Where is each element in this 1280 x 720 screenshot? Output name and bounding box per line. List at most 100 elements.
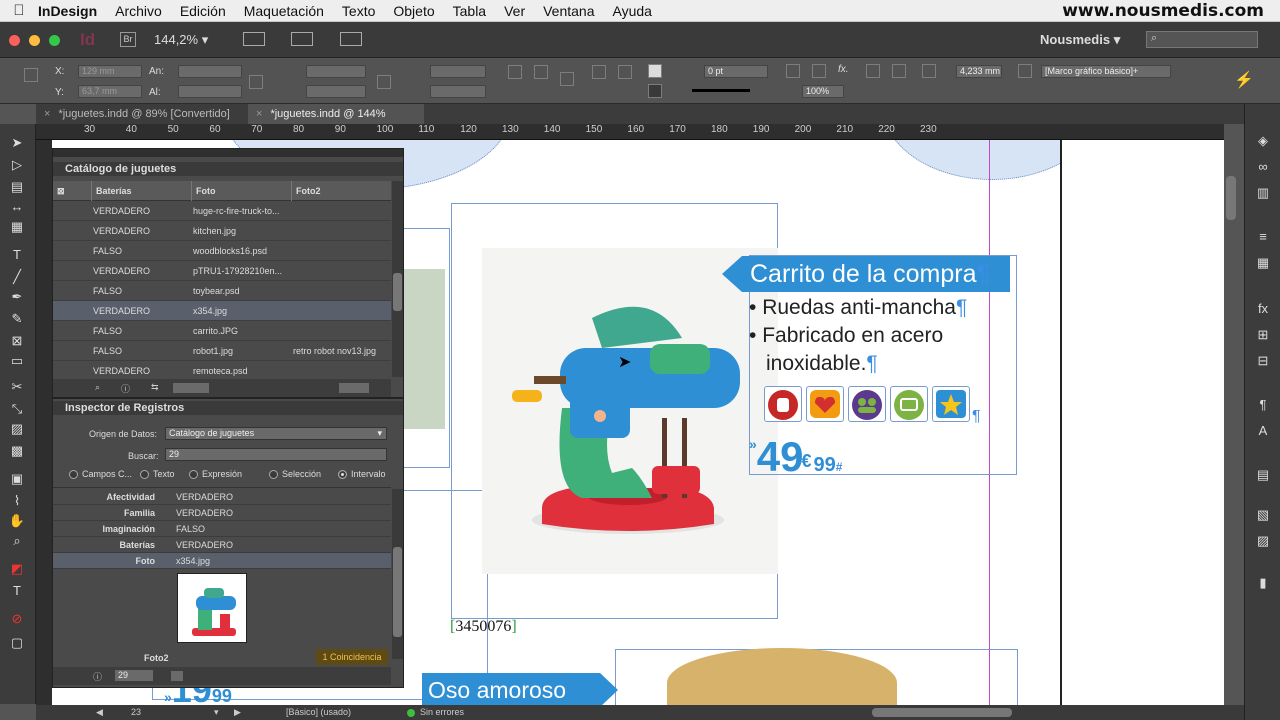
row-select-icon[interactable]: ⊠	[53, 181, 91, 201]
auto-fit-icon[interactable]	[922, 64, 936, 78]
text-wrap-icon[interactable]	[866, 64, 880, 78]
tab-document-144[interactable]: × *juguetes.indd @ 144%	[248, 104, 424, 124]
search-icon[interactable]: ⌕	[95, 382, 100, 393]
vertical-ruler[interactable]	[36, 140, 52, 705]
layers-icon[interactable]: ◈	[1254, 132, 1272, 150]
opacity-field[interactable]: 100%	[802, 85, 844, 98]
gradient-tool-icon[interactable]: ▨	[7, 420, 27, 438]
preflight-errors-label[interactable]: Sin errores	[420, 705, 464, 720]
library-icon[interactable]: ▮	[1254, 574, 1272, 592]
rotate-ccw-icon[interactable]	[534, 65, 548, 79]
catalog-panel-title[interactable]: Catálogo de juguetes	[53, 162, 403, 176]
inspector-field-row[interactable]: Familia VERDADERO	[53, 505, 391, 521]
inspector-field-row[interactable]: Baterías VERDADERO	[53, 537, 391, 553]
meat-grinder-toy-image[interactable]	[482, 248, 778, 574]
menu-ventana[interactable]: Ventana	[543, 3, 594, 19]
menu-edicion[interactable]: Edición	[180, 3, 226, 19]
inspector-panel-title[interactable]: Inspector de Registros	[53, 401, 403, 415]
rectangle-tool-icon[interactable]: ▭	[7, 352, 27, 370]
constrain-proportions-icon[interactable]	[249, 75, 263, 89]
table-row[interactable]: FALSO toybear.psd	[53, 281, 391, 301]
bridge-button[interactable]: Br	[120, 32, 136, 47]
table-row[interactable]: VERDADERO remoteca.psd	[53, 361, 391, 381]
table-row[interactable]: VERDADERO x354.jpg	[53, 301, 391, 321]
canvas-horizontal-scroll-thumb[interactable]	[872, 708, 1012, 717]
column-header-foto[interactable]: Foto	[191, 181, 291, 201]
page-tool-icon[interactable]: ▤	[7, 178, 27, 196]
object-style-select[interactable]: [Marco gráfico básico]+	[1041, 65, 1171, 78]
align-icon[interactable]: ⊞	[1254, 326, 1272, 344]
inspector-field-row[interactable]: Foto x354.jpg	[53, 553, 391, 569]
zoom-tool-icon[interactable]: ⌕	[7, 532, 27, 550]
hand-tool-icon[interactable]: ✋	[7, 512, 27, 530]
formatting-affects-icon[interactable]: T	[7, 582, 27, 600]
product-code[interactable]: [3450076]	[450, 618, 517, 636]
bullet-item[interactable]: • Fabricado en acero	[749, 324, 943, 348]
scale-y-field[interactable]	[306, 85, 366, 98]
menu-tabla[interactable]: Tabla	[453, 3, 486, 19]
effects-icon[interactable]: fx	[1254, 300, 1272, 318]
stroke-weight-field[interactable]: 0 pt	[704, 65, 768, 78]
note-tool-icon[interactable]: ▣	[7, 470, 27, 488]
source-select[interactable]: Catálogo de juguetes ▾	[165, 427, 387, 440]
swatches-icon[interactable]: ▦	[1254, 254, 1272, 272]
table-row[interactable]: FALSO woodblocks16.psd	[53, 241, 391, 261]
radio-seleccion[interactable]	[269, 470, 278, 479]
column-header-baterias[interactable]: Baterías	[91, 181, 191, 201]
tab-document-89[interactable]: × *juguetes.indd @ 89% [Convertido]	[36, 104, 248, 124]
selection-tool-icon[interactable]: ➤	[7, 134, 27, 152]
screen-mode-icon[interactable]	[291, 32, 313, 46]
inspector-field-row[interactable]: Afectividad VERDADERO	[53, 489, 391, 505]
fill-swatch-icon[interactable]	[648, 64, 662, 78]
horizontal-ruler[interactable]: 30 40 50 60 70 80 90 100 110 120 130 140 150 160 170 18…	[36, 124, 1224, 140]
info-icon[interactable]: ⓘ	[93, 670, 102, 683]
reference-point-icon[interactable]	[24, 68, 38, 82]
flip-horizontal-icon[interactable]	[592, 65, 606, 79]
column-header-foto2[interactable]: Foto2	[291, 181, 391, 201]
menu-ver[interactable]: Ver	[504, 3, 525, 19]
catalog-vertical-scrollbar[interactable]	[392, 181, 403, 377]
direct-selection-tool-icon[interactable]: ▷	[7, 156, 27, 174]
horizontal-scroll-thumb[interactable]	[339, 383, 369, 393]
menu-objeto[interactable]: Objeto	[393, 3, 434, 19]
close-tab-icon[interactable]: ×	[256, 108, 262, 120]
inspector-field-row[interactable]: Imaginación FALSO	[53, 521, 391, 537]
close-window-button[interactable]	[9, 35, 20, 46]
robot-image-frame[interactable]	[402, 228, 450, 468]
radio-campos[interactable]	[69, 470, 78, 479]
shear-field[interactable]	[430, 85, 486, 98]
bullet-continuation[interactable]: inoxidable.¶	[766, 352, 878, 376]
table-row[interactable]: FALSO carrito.JPG	[53, 321, 391, 341]
hand-icon[interactable]	[764, 386, 802, 422]
height-field[interactable]	[178, 85, 242, 98]
eyedropper-tool-icon[interactable]: ⌇	[7, 492, 27, 510]
lightning-icon[interactable]: ⚡	[1234, 70, 1254, 90]
effects-fx-icon[interactable]: fx.	[838, 64, 849, 75]
menu-ayuda[interactable]: Ayuda	[613, 3, 652, 19]
zoom-level-select[interactable]: 144,2% ▾	[154, 32, 208, 48]
table-row[interactable]: VERDADERO huge-rc-fire-truck-to...	[53, 201, 391, 221]
table-row[interactable]: VERDADERO pTRU1-17928210en...	[53, 261, 391, 281]
stroke-type-line[interactable]	[692, 89, 750, 92]
fill-stroke-swatch-icon[interactable]: ◩	[7, 560, 27, 578]
type-tool-icon[interactable]: T	[7, 246, 27, 264]
screen-icon[interactable]	[890, 386, 928, 422]
corner-size-field[interactable]: 4,233 mm	[956, 65, 1002, 78]
menu-texto[interactable]: Texto	[342, 3, 375, 19]
product-title[interactable]: Carrito de la compra¶	[742, 256, 1010, 292]
wrap-around-icon[interactable]	[892, 64, 906, 78]
fit-content-icon[interactable]	[812, 64, 826, 78]
table-icon[interactable]: ⊟	[1254, 352, 1272, 370]
previous-page-icon[interactable]: ◀	[96, 705, 103, 720]
stroke-icon[interactable]: ≡	[1254, 228, 1272, 246]
rotation-field[interactable]	[430, 65, 486, 78]
inspector-vertical-scrollbar[interactable]	[392, 489, 403, 659]
arrange-documents-icon[interactable]	[340, 32, 362, 46]
paragraph-styles-icon[interactable]: ¶	[1254, 396, 1272, 414]
text-wrap-panel-icon[interactable]: ▤	[1254, 466, 1272, 484]
next-product-title[interactable]: Oso amoroso	[422, 673, 600, 705]
workspace-switcher[interactable]: Nousmedis ▾	[1040, 32, 1120, 48]
screen-mode-tool-icon[interactable]: ▢	[7, 634, 27, 652]
menu-archivo[interactable]: Archivo	[115, 3, 162, 19]
links-icon[interactable]: ∞	[1254, 158, 1272, 176]
